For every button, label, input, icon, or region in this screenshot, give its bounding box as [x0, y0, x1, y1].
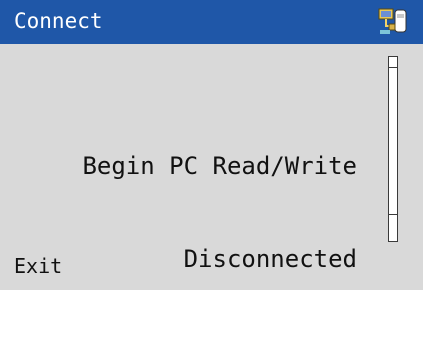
message-line-begin: Begin PC Read/Write — [82, 152, 357, 180]
vertical-scrollbar[interactable] — [388, 56, 398, 242]
pc-device-connection-icon — [375, 6, 409, 38]
scrollbar-bottom-cap — [388, 214, 398, 242]
message-line-status: Disconnected — [183, 245, 357, 273]
scrollbar-top-cap — [388, 56, 398, 68]
scrollbar-thumb[interactable] — [389, 68, 397, 214]
title-bar: Connect — [0, 0, 423, 44]
status-message: Begin PC Read/Write Disconnected — [82, 89, 357, 337]
device-screen: Connect Begin PC Read/Write Disconnected… — [0, 0, 423, 290]
screen-title: Connect — [14, 9, 103, 33]
exit-softkey[interactable]: Exit — [14, 254, 62, 278]
